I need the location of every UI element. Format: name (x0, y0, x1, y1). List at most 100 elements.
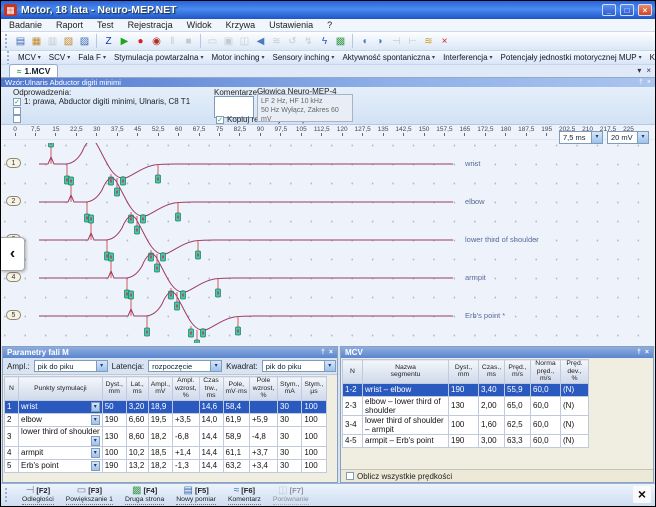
menu-item-widok[interactable]: Widok (187, 20, 212, 30)
test-button-sensory-inching[interactable]: Sensory inching▾ (270, 53, 338, 62)
import-exam-icon[interactable]: ▧ (61, 34, 76, 49)
chevron-down-icon[interactable]: ▾ (91, 448, 100, 458)
menu-item-rejestracja[interactable]: Rejestracja (128, 20, 173, 30)
chevron-down-icon[interactable]: ▾ (91, 415, 100, 425)
menu-item-badanie[interactable]: Badanie (9, 20, 42, 30)
cursor-marker[interactable] (156, 175, 161, 183)
cell-stim-point[interactable]: Erb's point▾ (19, 459, 103, 472)
lead-item-empty[interactable] (13, 115, 21, 123)
minimize-button[interactable]: _ (602, 4, 616, 16)
lead-checkbox[interactable] (13, 107, 21, 115)
tab-scroll-icon[interactable]: ▾ (637, 66, 641, 75)
fkey-button-powi-kszanie-1[interactable]: ▭[F3]Powiększanie 1 (66, 486, 113, 505)
menu-item-ustawienia[interactable]: Ustawienia (269, 20, 313, 30)
menu-item-krzywa[interactable]: Krzywa (226, 20, 256, 30)
test-button-potencja-y-jednostki-motorycznej-mup[interactable]: Potencjały jednostki motorycznej MUP▾ (498, 53, 645, 62)
tab-1-mcv[interactable]: ≈ 1.MCV (9, 64, 58, 77)
waveform-trace-4[interactable] (39, 254, 453, 292)
cursor-marker[interactable] (181, 291, 186, 299)
chevron-down-icon[interactable]: ▾ (637, 132, 648, 143)
cursor-marker[interactable] (161, 253, 166, 261)
lead-item[interactable]: ✓ 1: prawa, Abductor digiti minimi, Ulna… (13, 97, 190, 106)
cursor-marker[interactable] (89, 215, 94, 223)
bottom-close-button[interactable]: × (633, 486, 651, 503)
report-icon[interactable]: ▨ (77, 34, 92, 49)
lead-item-empty[interactable] (13, 107, 21, 115)
cell-stim-point[interactable]: lower third of shoulder▾ (19, 426, 103, 446)
stimulus-icon[interactable]: ϟ (317, 34, 332, 49)
latency-select[interactable]: rozpoczęcie▾ (148, 360, 222, 372)
test-button-stymulacja-powtarzalna[interactable]: Stymulacja powtarzalna▾ (111, 53, 207, 62)
cursor-marker[interactable] (195, 340, 200, 343)
compute-all-checkbox[interactable] (346, 472, 354, 480)
tab-close-icon[interactable]: × (646, 66, 651, 75)
test-button-mcv[interactable]: MCV▾ (15, 53, 44, 62)
pin-icon[interactable]: † (637, 347, 641, 358)
toolbar-grip-3[interactable] (5, 488, 8, 502)
cursor-marker[interactable] (175, 302, 180, 310)
test-button-aktywno-spontaniczna[interactable]: Aktywność spontaniczna▾ (339, 53, 438, 62)
record-icon[interactable]: ● (133, 34, 148, 49)
trace-number-badge[interactable]: 1 (6, 158, 21, 168)
test-button-scv[interactable]: SCV▾ (46, 53, 73, 62)
copy-checkbox[interactable]: ✓ (216, 116, 224, 124)
cursor-marker[interactable] (196, 251, 201, 259)
delete-marker-icon[interactable]: × (437, 34, 452, 49)
interference-icon[interactable]: ≋ (421, 34, 436, 49)
test-button-fala-f[interactable]: Fala F▾ (75, 53, 109, 62)
patient-screen-icon[interactable]: ▩ (333, 34, 348, 49)
pin-icon[interactable]: † (639, 78, 643, 87)
toolbar-grip-2[interactable] (7, 51, 9, 65)
fkey-button-odleg-o-ci[interactable]: ⊣[F2]Odległości (22, 486, 54, 505)
chevron-down-icon[interactable]: ▾ (96, 361, 107, 371)
chevron-down-icon[interactable]: ▾ (210, 361, 221, 371)
table-row[interactable]: 3lower third of shoulder▾1308,6018,2-6,8… (5, 426, 327, 446)
chevron-down-icon[interactable]: ▾ (91, 402, 100, 412)
fkey-button-nowy-pomiar[interactable]: ▤[F5]Nowy pomiar (176, 486, 216, 505)
cursor-marker[interactable] (216, 289, 221, 297)
waveform-trace-5[interactable] (39, 292, 453, 330)
waveform-area[interactable]: 07,51522,53037,54552,56067,57582,59097,5… (1, 125, 655, 346)
ampl-select[interactable]: pik do piku▾ (34, 360, 108, 372)
chevron-down-icon[interactable]: ▾ (591, 132, 602, 143)
trace-number-badge[interactable]: 4 (6, 272, 21, 282)
table-row[interactable]: 3-4lower third of shoulder – armpit1001,… (343, 415, 589, 434)
waveform-trace-1[interactable] (39, 143, 453, 178)
menu-item-raport[interactable]: Raport (56, 20, 83, 30)
panel-close-icon[interactable]: × (329, 347, 333, 358)
cursor-marker[interactable] (176, 213, 181, 221)
waveform-trace-2[interactable] (39, 178, 453, 216)
open-exam-icon[interactable]: ▦ (29, 34, 44, 49)
fkey-button-druga-strona[interactable]: ▩[F4]Druga strona (125, 486, 164, 505)
sidebar-flyout-button[interactable]: ‹ (1, 237, 25, 271)
table-row[interactable]: 1wrist▾503,2018,914,658,430100 (5, 400, 327, 413)
sound-right-icon[interactable]: ◗ (373, 34, 388, 49)
chevron-down-icon[interactable]: ▾ (91, 436, 100, 446)
table-row[interactable]: 4-5armpit – Erb's point1903,0063,360,0(N… (343, 434, 589, 447)
average-icon[interactable]: Z (101, 34, 116, 49)
cursor-marker[interactable] (141, 215, 146, 223)
square-select[interactable]: pik do piku▾ (262, 360, 336, 372)
cursor-marker[interactable] (109, 253, 114, 261)
cell-stim-point[interactable]: wrist▾ (19, 400, 103, 413)
test-button-interferencja[interactable]: Interferencja▾ (440, 53, 495, 62)
panel-close-icon[interactable]: × (645, 347, 649, 358)
new-exam-icon[interactable]: ▤ (13, 34, 28, 49)
menu-item-[interactable]: ? (327, 20, 332, 30)
table-row[interactable]: 2elbow▾1906,6019,5+3,514,061,9+5,930100 (5, 413, 327, 426)
compute-all-velocities[interactable]: Oblicz wszystkie prędkości (341, 469, 653, 482)
cursor-marker[interactable] (115, 188, 120, 196)
panel-close-icon[interactable]: × (647, 78, 651, 87)
cell-stim-point[interactable]: armpit▾ (19, 446, 103, 459)
sound-left-icon[interactable]: ◖ (357, 34, 372, 49)
table-row[interactable]: 1-2wrist – elbow1903,4055,960,0(N) (343, 383, 589, 396)
cursor-marker[interactable] (201, 329, 206, 337)
toolbar-grip[interactable] (5, 34, 8, 48)
lead-checkbox[interactable] (13, 115, 21, 123)
speaker-icon[interactable]: ◀ (253, 34, 268, 49)
cursor-marker[interactable] (129, 291, 134, 299)
trace-number-badge[interactable]: 5 (6, 310, 21, 320)
cursor-marker[interactable] (145, 328, 150, 336)
cursor-marker[interactable] (155, 264, 160, 272)
lead-checkbox-checked[interactable]: ✓ (13, 98, 21, 106)
